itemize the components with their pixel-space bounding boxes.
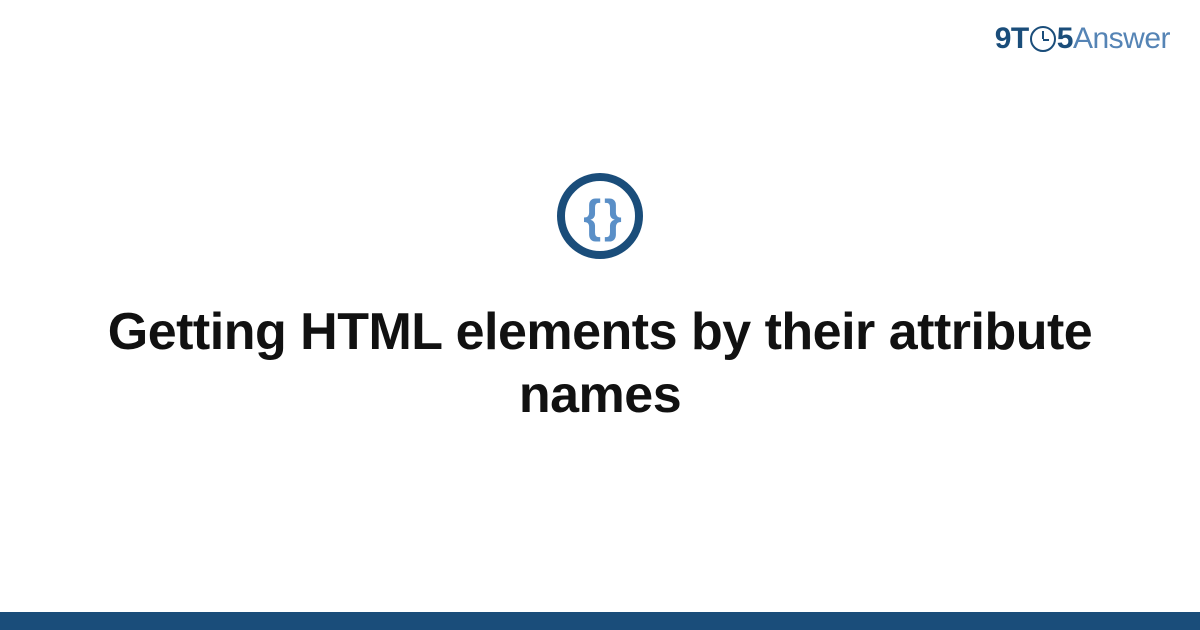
main-content: { } Getting HTML elements by their attri… — [0, 0, 1200, 630]
footer-bar — [0, 612, 1200, 630]
code-braces-icon: { } — [557, 173, 643, 259]
page-title: Getting HTML elements by their attribute… — [100, 301, 1100, 428]
braces-symbol: { } — [583, 193, 617, 239]
